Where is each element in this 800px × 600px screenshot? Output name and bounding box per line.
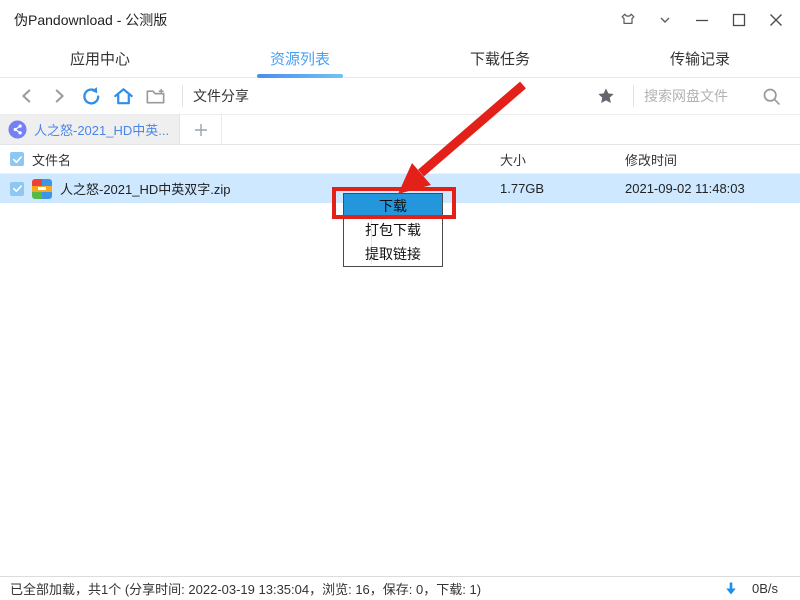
new-tab-button[interactable] [180,115,222,144]
status-bar: 已全部加载，共1个 (分享时间: 2022-03-19 13:35:04，浏览:… [0,576,800,600]
zip-file-icon [32,178,52,199]
tshirt-icon [621,13,634,24]
header-name-cell: 文件名 [0,150,500,169]
minimize-icon [695,19,708,22]
file-name: 人之怒-2021_HD中英双字.zip [60,182,231,197]
current-folder-label: 文件分享 [193,88,249,104]
context-menu: 下载 打包下载 提取链接 [343,193,443,267]
chevron-right-icon [55,89,64,103]
doc-tab-share[interactable]: 人之怒-2021_HD中英... [0,115,180,144]
tab-label: 传输记录 [669,51,730,68]
doc-tab-strip: 人之怒-2021_HD中英... [0,115,800,145]
refresh-icon [82,86,99,105]
search-input[interactable] [644,88,756,104]
download-speed: 0B/s [751,581,778,596]
toolbar-right [591,82,788,110]
download-arrow-icon [726,582,736,595]
doc-tab-label: 人之怒-2021_HD中英... [34,123,170,138]
refresh-button[interactable] [76,82,106,110]
plus-icon [194,123,207,136]
maximize-icon [732,13,745,27]
header-name-label: 文件名 [32,152,72,168]
tab-label: 下载任务 [469,51,530,68]
home-button[interactable] [108,82,138,110]
toolbar-divider [633,85,634,107]
row-checkbox[interactable] [10,181,24,196]
maximize-button[interactable] [720,5,757,35]
menu-item-package-download[interactable]: 打包下载 [344,218,442,242]
window-controls [609,5,794,35]
forward-button[interactable] [44,82,74,110]
star-icon [598,88,614,103]
favorite-button[interactable] [591,82,621,110]
menu-item-extract-link[interactable]: 提取链接 [344,242,442,266]
new-folder-button[interactable] [140,82,170,110]
toolbar: 文件分享 [0,78,800,115]
folder-plus-icon [146,88,164,104]
file-size: 1.77GB [500,181,545,196]
home-icon [113,87,133,104]
tab-app-center[interactable]: 应用中心 [0,40,200,77]
tab-label: 资源列表 [269,51,330,68]
search-button[interactable] [756,82,786,110]
close-icon [769,14,782,26]
main-tab-bar: 应用中心 资源列表 下载任务 传输记录 [0,40,800,78]
tab-resource-list[interactable]: 资源列表 [200,40,400,78]
tab-download-tasks[interactable]: 下载任务 [400,40,600,77]
search-icon [763,88,780,105]
chevron-left-icon [22,89,31,103]
header-size-label: 大小 [500,152,527,168]
toolbar-divider [182,85,183,107]
header-modified-label: 修改时间 [625,152,678,168]
select-all-checkbox[interactable] [10,152,24,166]
check-icon [12,155,22,163]
app-window: 伪Pandownload - 公测版 应用中心 资源列表 下载任务 传输记录 文… [0,0,800,600]
menu-item-download[interactable]: 下载 [344,194,442,218]
back-button[interactable] [12,82,42,110]
title-bar: 伪Pandownload - 公测版 [0,0,800,40]
menu-dropdown-button[interactable] [646,5,683,35]
speed-indicator: 0B/s [724,581,778,596]
status-summary: 已全部加载，共1个 (分享时间: 2022-03-19 13:35:04，浏览:… [10,582,482,597]
tab-transfer-records[interactable]: 传输记录 [600,40,800,77]
skin-theme-button[interactable] [609,5,646,35]
chevron-down-icon [660,17,669,23]
tab-label: 应用中心 [69,51,130,68]
list-header: 文件名 大小 修改时间 [0,145,800,174]
close-button[interactable] [757,5,794,35]
check-icon [12,185,22,193]
window-title: 伪Pandownload - 公测版 [14,12,168,28]
share-icon [8,120,27,139]
minimize-button[interactable] [683,5,720,35]
file-modified: 2021-09-02 11:48:03 [625,181,745,196]
